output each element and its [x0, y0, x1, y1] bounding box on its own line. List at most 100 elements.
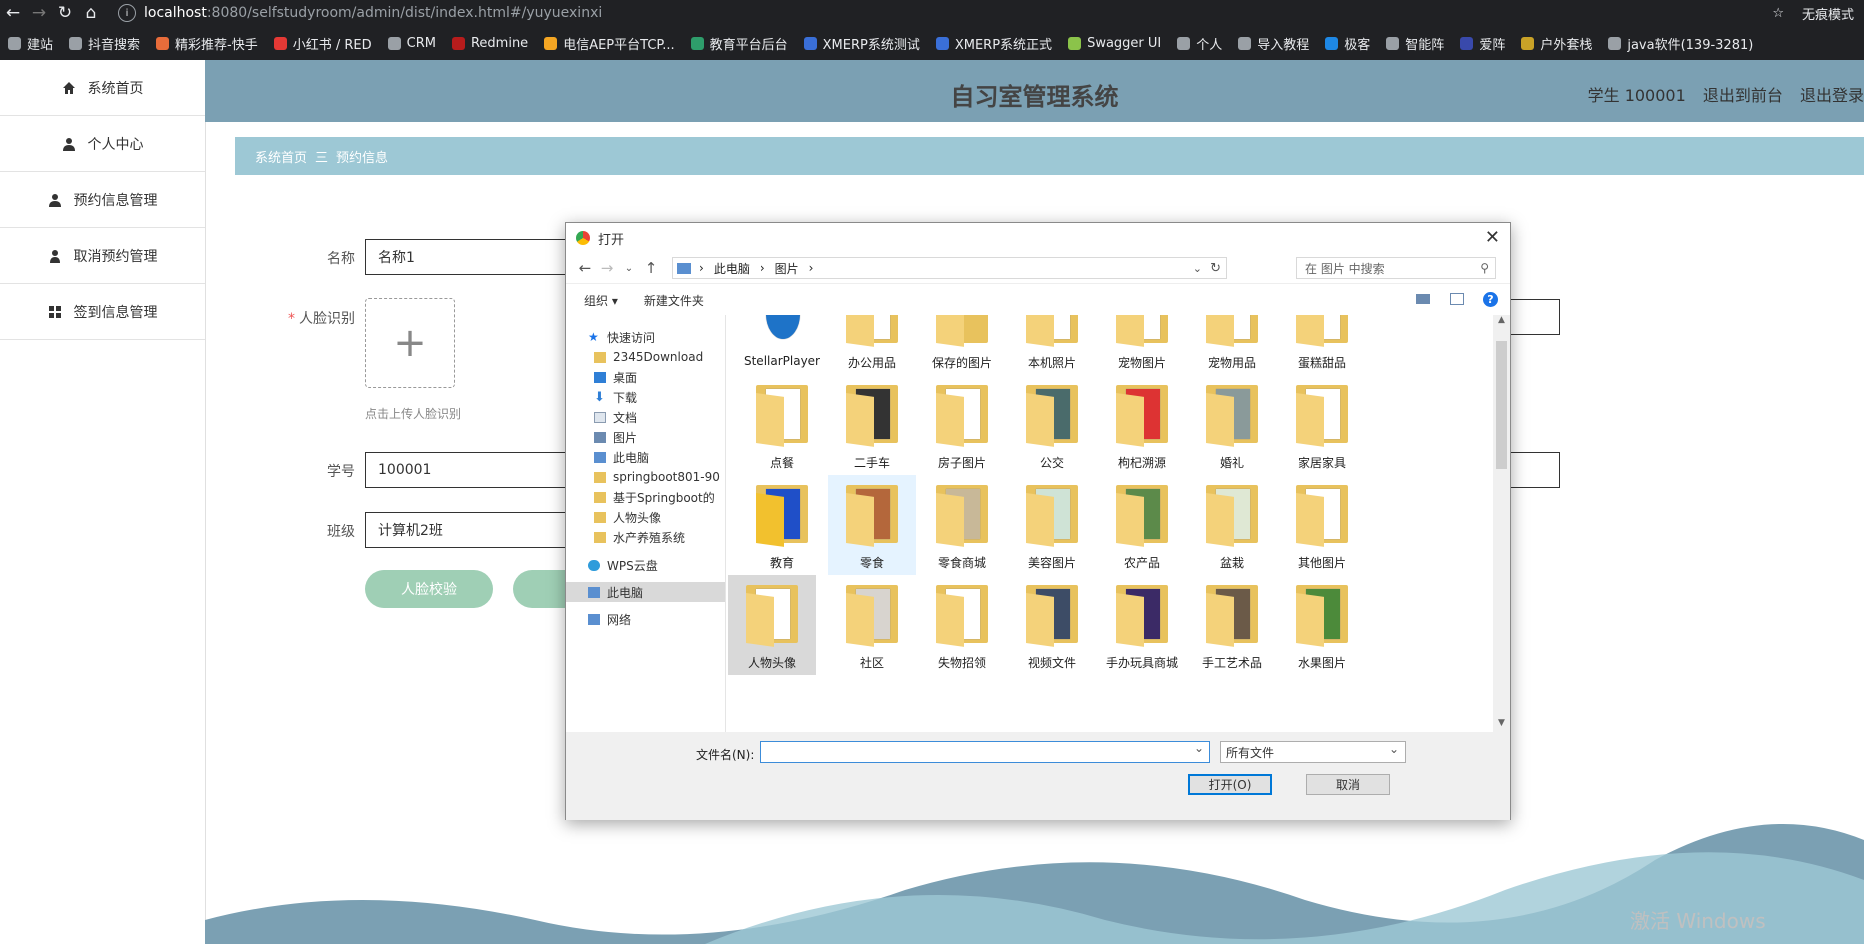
folder-item[interactable]: 零食	[828, 475, 916, 575]
nav-item[interactable]: 桌面📌	[566, 367, 725, 387]
new-folder-button[interactable]: 新建文件夹	[644, 292, 704, 309]
bookmark-item[interactable]: java软件(139-3281)	[1608, 34, 1753, 53]
nav-item-this-pc[interactable]: 此电脑	[566, 582, 725, 602]
bookmark-item[interactable]: 电信AEP平台TCP...	[544, 34, 675, 53]
folder-item[interactable]: 其他图片	[1278, 475, 1366, 575]
forward-icon[interactable]: →	[596, 259, 618, 277]
sidebar-item-checkin[interactable]: 签到信息管理	[0, 284, 205, 340]
path-segment[interactable]: 此电脑	[714, 260, 750, 277]
folder-item[interactable]: 手办玩具商城	[1098, 575, 1186, 675]
chevron-down-icon[interactable]: ⌄	[1193, 262, 1202, 275]
path-segment[interactable]: 图片	[775, 260, 799, 277]
preview-pane-icon[interactable]	[1450, 293, 1464, 305]
logout-link[interactable]: 退出登录	[1800, 86, 1864, 105]
sidebar-item-booking[interactable]: 预约信息管理	[0, 172, 205, 228]
folder-item[interactable]: 点餐	[738, 375, 826, 475]
folder-item[interactable]: 水果图片	[1278, 575, 1366, 675]
filename-input[interactable]	[760, 741, 1210, 763]
folder-item[interactable]: 手工艺术品	[1188, 575, 1276, 675]
refresh-icon[interactable]: ↻	[1210, 261, 1221, 276]
bookmark-item[interactable]: 导入教程	[1238, 34, 1309, 53]
folder-item[interactable]: 保存的图片	[918, 315, 1006, 375]
bookmark-item[interactable]: 爱阵	[1460, 34, 1505, 53]
up-icon[interactable]: ↑	[640, 259, 662, 277]
folder-item[interactable]: 零食商城	[918, 475, 1006, 575]
nav-item[interactable]: 图片📌	[566, 427, 725, 447]
folder-item[interactable]: 人物头像	[728, 575, 816, 675]
scroll-thumb[interactable]	[1496, 341, 1507, 469]
breadcrumb-home[interactable]: 系统首页	[255, 147, 307, 166]
info-icon[interactable]: i	[118, 4, 136, 22]
id-input[interactable]: 100001	[365, 452, 575, 488]
back-icon[interactable]: ←	[0, 0, 26, 26]
bookmark-item[interactable]: 抖音搜索	[69, 34, 140, 53]
scroll-up-icon[interactable]: ▲	[1493, 315, 1510, 329]
face-check-button[interactable]: 人脸校验	[365, 570, 493, 608]
folder-item[interactable]: 农产品	[1098, 475, 1186, 575]
folder-item[interactable]: 房子图片	[918, 375, 1006, 475]
bookmark-item[interactable]: 户外套栈	[1521, 34, 1592, 53]
folder-item[interactable]: 宠物用品	[1188, 315, 1276, 375]
view-icon[interactable]	[1416, 294, 1430, 304]
bookmark-item[interactable]: 小红书 / RED	[273, 34, 372, 53]
sidebar-item-profile[interactable]: 个人中心	[0, 116, 205, 172]
nav-item-wps[interactable]: WPS云盘	[566, 555, 725, 575]
folder-item[interactable]: 办公用品	[828, 315, 916, 375]
open-button[interactable]: 打开(O)	[1188, 774, 1272, 795]
nav-item[interactable]: ⬇下载📌	[566, 387, 725, 407]
folder-item[interactable]: 二手车	[828, 375, 916, 475]
cancel-button[interactable]: 取消	[1306, 774, 1390, 795]
bookmark-item[interactable]: 极客	[1325, 34, 1370, 53]
folder-item[interactable]: 枸杞溯源	[1098, 375, 1186, 475]
nav-item-network[interactable]: 网络	[566, 609, 725, 629]
nav-item[interactable]: springboot801-90	[566, 467, 725, 487]
nav-item[interactable]: 水产养殖系统	[566, 527, 725, 547]
folder-item[interactable]: StellarPlayer	[738, 315, 826, 375]
folder-item[interactable]: 公交	[1008, 375, 1096, 475]
nav-item[interactable]: 人物头像	[566, 507, 725, 527]
folder-item[interactable]: 家居家具	[1278, 375, 1366, 475]
submit-button[interactable]	[513, 570, 573, 608]
folder-item[interactable]: 美容图片	[1008, 475, 1096, 575]
sidebar-item-home[interactable]: 系统首页	[0, 60, 205, 116]
nav-item-quick-access[interactable]: ★ 快速访问	[566, 327, 725, 347]
address-bar[interactable]: i localhost:8080/selfstudyroom/admin/dis…	[118, 4, 602, 22]
forward-icon[interactable]: →	[26, 0, 52, 26]
bookmark-item[interactable]: Redmine	[451, 36, 528, 51]
home-icon[interactable]: ⌂	[78, 0, 104, 26]
folder-item[interactable]: 本机照片	[1008, 315, 1096, 375]
path-bar[interactable]: › 此电脑 › 图片 › ⌄ ↻	[672, 257, 1227, 279]
nav-item[interactable]: 此电脑📌	[566, 447, 725, 467]
bookmark-item[interactable]: 精彩推荐-快手	[156, 34, 258, 53]
scroll-down-icon[interactable]: ▼	[1493, 718, 1510, 732]
name-input[interactable]: 名称1	[365, 239, 575, 275]
class-input[interactable]: 计算机2班	[365, 512, 575, 548]
chevron-down-icon[interactable]: ⌄	[618, 263, 640, 274]
folder-item[interactable]: 教育	[738, 475, 826, 575]
folder-item[interactable]: 视频文件	[1008, 575, 1096, 675]
vertical-scrollbar[interactable]: ▲ ▼	[1493, 315, 1510, 732]
folder-item[interactable]: 婚礼	[1188, 375, 1276, 475]
search-input[interactable]: 在 图片 中搜索 ⚲	[1296, 257, 1496, 279]
close-icon[interactable]: ✕	[1485, 227, 1500, 248]
help-icon[interactable]: ?	[1483, 292, 1498, 307]
folder-item[interactable]: 蛋糕甜品	[1278, 315, 1366, 375]
nav-item[interactable]: 基于Springboot的	[566, 487, 725, 507]
bookmark-item[interactable]: 智能阵	[1386, 34, 1444, 53]
bookmark-item[interactable]: XMERP系统正式	[935, 34, 1052, 53]
nav-item[interactable]: 文档📌	[566, 407, 725, 427]
folder-item[interactable]: 盆栽	[1188, 475, 1276, 575]
sidebar-item-cancel[interactable]: 取消预约管理	[0, 228, 205, 284]
folder-item[interactable]: 失物招领	[918, 575, 1006, 675]
back-front-link[interactable]: 退出到前台	[1703, 86, 1783, 105]
back-icon[interactable]: ←	[574, 259, 596, 277]
bookmark-item[interactable]: 教育平台后台	[690, 34, 788, 53]
star-icon[interactable]: ☆	[1772, 6, 1784, 21]
face-upload-button[interactable]: +	[365, 298, 455, 388]
bookmark-item[interactable]: CRM	[387, 36, 436, 51]
reload-icon[interactable]: ↻	[52, 0, 78, 26]
bookmark-item[interactable]: 个人	[1177, 34, 1222, 53]
nav-item[interactable]: 2345Download📌	[566, 347, 725, 367]
filetype-select[interactable]: 所有文件	[1220, 741, 1406, 763]
folder-item[interactable]: 宠物图片	[1098, 315, 1186, 375]
